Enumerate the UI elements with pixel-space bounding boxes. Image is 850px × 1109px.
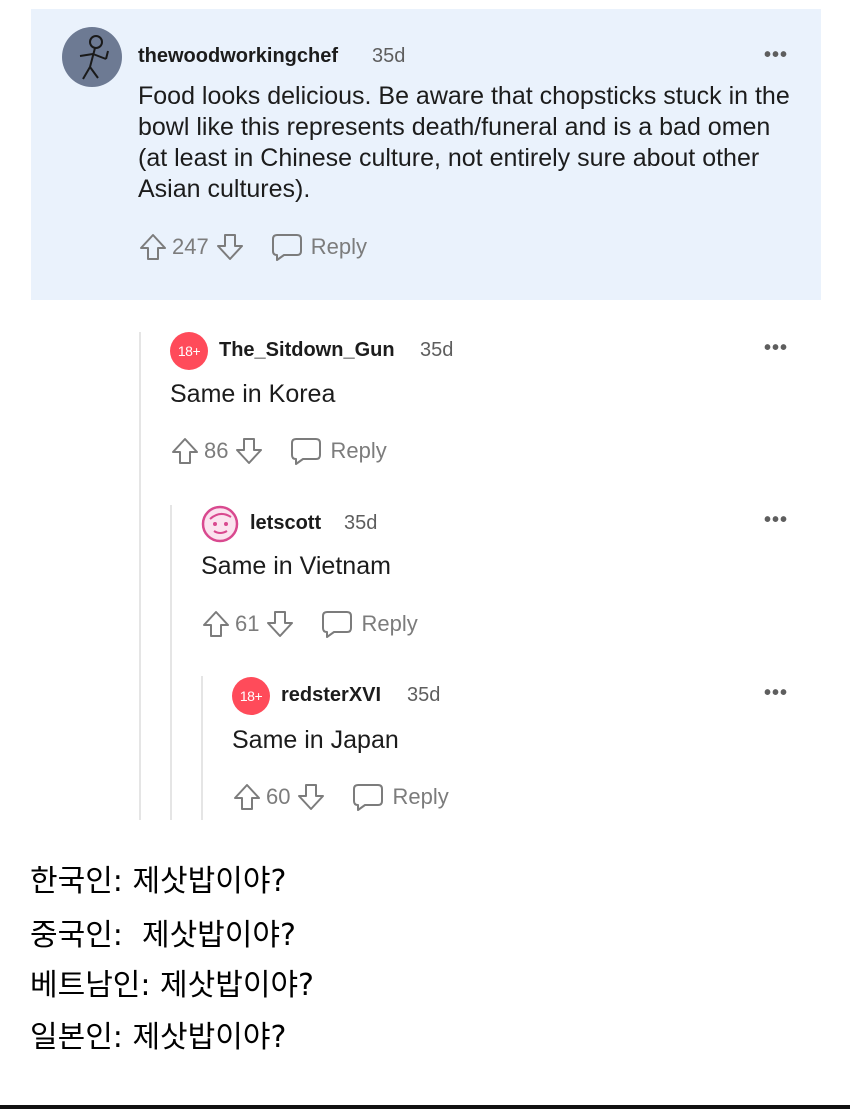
- vote-count: 61: [235, 611, 260, 636]
- reply-label: Reply: [310, 234, 367, 259]
- caption-line-korean: 한국인: 제삿밥이야?: [30, 864, 287, 899]
- comment-actions: 60 Reply: [232, 782, 449, 812]
- caption-line-chinese: 중국인: 제삿밥이야?: [30, 918, 296, 953]
- nsfw-avatar[interactable]: 18+: [232, 677, 270, 715]
- reply-button[interactable]: Reply: [290, 436, 387, 466]
- comment-age: 35d: [407, 684, 441, 706]
- more-options-icon[interactable]: •••: [764, 338, 788, 358]
- letscott-avatar[interactable]: [201, 505, 239, 543]
- upvote-icon[interactable]: [201, 609, 231, 639]
- upvote-icon[interactable]: [170, 436, 200, 466]
- comment-actions: 61 Reply: [201, 609, 418, 639]
- comment-username[interactable]: thewoodworkingchef: [138, 45, 338, 68]
- downvote-icon[interactable]: [265, 609, 295, 639]
- comment-username[interactable]: redsterXVI: [281, 684, 381, 707]
- caption-line-japanese: 일본인: 제삿밥이야?: [30, 1020, 287, 1055]
- comment-body: Food looks delicious. Be aware that chop…: [138, 82, 790, 203]
- upvote-icon[interactable]: [232, 782, 262, 812]
- reply-bubble-icon: [271, 232, 303, 262]
- comment-actions: 247 Reply: [138, 232, 367, 262]
- reply-label: Reply: [361, 611, 418, 636]
- face-avatar-icon: [201, 505, 239, 543]
- reply-label: Reply: [330, 438, 387, 463]
- thread-line-level1[interactable]: [139, 332, 141, 820]
- downvote-icon[interactable]: [215, 232, 245, 262]
- stickfigure-icon: [79, 35, 109, 80]
- comment-username[interactable]: The_Sitdown_Gun: [219, 339, 395, 362]
- comment-username[interactable]: letscott: [250, 512, 321, 535]
- upvote-icon[interactable]: [138, 232, 168, 262]
- vote-count: 86: [204, 438, 229, 463]
- reply-bubble-icon: [321, 609, 353, 639]
- reply-button[interactable]: Reply: [271, 232, 367, 262]
- comment-age: 35d: [420, 339, 454, 361]
- reply-bubble-icon: [290, 436, 322, 466]
- comment-age: 35d: [344, 512, 378, 534]
- reply-button[interactable]: Reply: [352, 782, 449, 812]
- more-options-icon[interactable]: •••: [764, 683, 788, 703]
- user-avatar-stickfigure[interactable]: [62, 27, 122, 87]
- reply-button[interactable]: Reply: [321, 609, 418, 639]
- vote-count: 247: [172, 234, 209, 259]
- comment-actions: 86 Reply: [170, 436, 387, 466]
- comment-age: 35d: [372, 45, 406, 67]
- comment-body: Same in Korea: [170, 380, 336, 408]
- downvote-icon[interactable]: [234, 436, 264, 466]
- nsfw-avatar[interactable]: 18+: [170, 332, 208, 370]
- more-options-icon[interactable]: •••: [764, 45, 788, 65]
- bottom-divider: [0, 1105, 850, 1109]
- reply-bubble-icon: [352, 782, 384, 812]
- downvote-icon[interactable]: [296, 782, 326, 812]
- reply-label: Reply: [392, 784, 449, 809]
- comment-body: Same in Vietnam: [201, 552, 391, 580]
- thread-line-level2[interactable]: [170, 505, 172, 820]
- thread-line-level3[interactable]: [201, 676, 203, 820]
- vote-count: 60: [266, 784, 291, 809]
- caption-line-vietnamese: 베트남인: 제삿밥이야?: [30, 968, 314, 1003]
- more-options-icon[interactable]: •••: [764, 510, 788, 530]
- comment-body: Same in Japan: [232, 726, 399, 754]
